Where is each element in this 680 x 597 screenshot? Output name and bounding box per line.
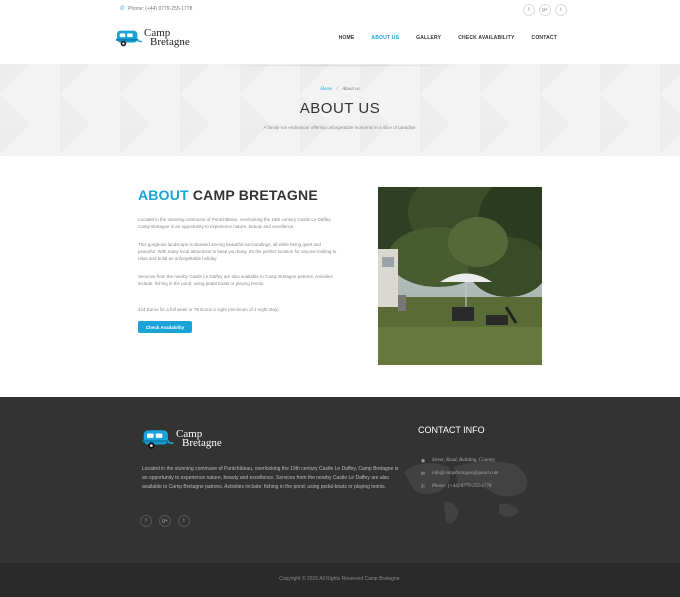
nav-about-us[interactable]: ABOUT US xyxy=(371,35,399,41)
top-phone-text: Phone: (+44) 0779-255-1778 xyxy=(128,5,193,12)
page-subtitle: A family-run endeavour offering unforget… xyxy=(263,125,417,130)
about-heading: ABOUT CAMP BRETAGNE xyxy=(138,187,318,203)
footer-logo-line2: Bretagne xyxy=(182,437,222,449)
caravan-icon xyxy=(142,430,174,449)
phone-icon: ✆ xyxy=(120,6,126,12)
check-availability-button[interactable]: Check Availability xyxy=(138,321,192,333)
nav-contact[interactable]: CONTACT xyxy=(532,35,557,41)
footer-about-text: Located in the stunning commune of Pontc… xyxy=(142,466,399,490)
map-marker-icon: ◉ xyxy=(420,458,426,464)
top-bar: ✆ Phone: (+44) 0779-255-1778 f g+ t xyxy=(0,0,680,18)
twitter-icon[interactable]: t xyxy=(555,4,567,16)
google-plus-icon[interactable]: g+ xyxy=(539,4,551,16)
footer-logo-wordmark: Camp Bretagne xyxy=(176,429,222,449)
top-social-links: f g+ t xyxy=(523,4,567,16)
about-paragraph-1: Located in the stunning commune of Pontc… xyxy=(138,217,332,229)
contact-info-heading: CONTACT INFO xyxy=(418,425,485,435)
breadcrumb: Home / About us xyxy=(0,87,680,92)
about-paragraph-3: Services from the nearby Castle Le Daffe… xyxy=(138,274,333,286)
caravan-icon xyxy=(116,30,142,47)
site-header: Camp Bretagne HOME ABOUT US GALLERY CHEC… xyxy=(0,18,680,64)
contact-phone-text: Phone: (+44) 0779-255-1778 xyxy=(432,484,492,489)
about-heading-rest: CAMP BRETAGNE xyxy=(192,187,318,203)
nav-home[interactable]: HOME xyxy=(339,35,355,41)
contact-email[interactable]: ✉ info@campbretagne@gmail.com xyxy=(420,467,498,480)
about-paragraph-2: This gorgeous landscape is situated amon… xyxy=(138,242,337,261)
contact-info-list: ◉ Street, Road, Building, Country ✉ info… xyxy=(420,454,499,493)
facebook-icon[interactable]: f xyxy=(140,515,152,527)
envelope-icon: ✉ xyxy=(420,471,426,477)
breadcrumb-home[interactable]: Home xyxy=(320,87,332,92)
about-pricing: 424 Euros for a full week or 75 Euros a … xyxy=(138,307,280,312)
breadcrumb-current: About us xyxy=(342,87,360,92)
breadcrumb-separator: / xyxy=(336,87,338,92)
contact-phone: ✆ Phone: (+44) 0779-255-1778 xyxy=(420,480,498,493)
page-title: ABOUT US xyxy=(299,100,381,117)
contact-address: ◉ Street, Road, Building, Country xyxy=(420,454,498,467)
twitter-icon[interactable]: t xyxy=(178,515,190,527)
facebook-icon[interactable]: f xyxy=(523,4,535,16)
logo-line2: Bretagne xyxy=(150,36,190,48)
logo-wordmark: Camp Bretagne xyxy=(144,28,190,48)
nav-gallery[interactable]: GALLERY xyxy=(416,35,441,41)
nav-check-availability[interactable]: CHECK AVAILABILITY xyxy=(458,35,514,41)
phone-icon: ✆ xyxy=(420,484,426,490)
contact-email-text[interactable]: info@campbretagne@gmail.com xyxy=(432,471,498,476)
copyright-text: Copyright © 2015 All Rights Reserved Cam… xyxy=(279,576,401,582)
google-plus-icon[interactable]: g+ xyxy=(159,515,171,527)
footer-logo[interactable]: Camp Bretagne xyxy=(142,428,222,450)
main-nav: HOME ABOUT US GALLERY CHECK AVAILABILITY… xyxy=(322,35,557,41)
contact-address-text: Street, Road, Building, Country xyxy=(432,458,496,463)
campsite-photo xyxy=(378,187,542,365)
site-logo[interactable]: Camp Bretagne xyxy=(116,28,190,48)
top-phone: ✆ Phone: (+44) 0779-255-1778 xyxy=(120,5,193,13)
about-heading-highlight: ABOUT xyxy=(138,187,189,203)
footer-social-links: f g+ t xyxy=(140,515,190,527)
